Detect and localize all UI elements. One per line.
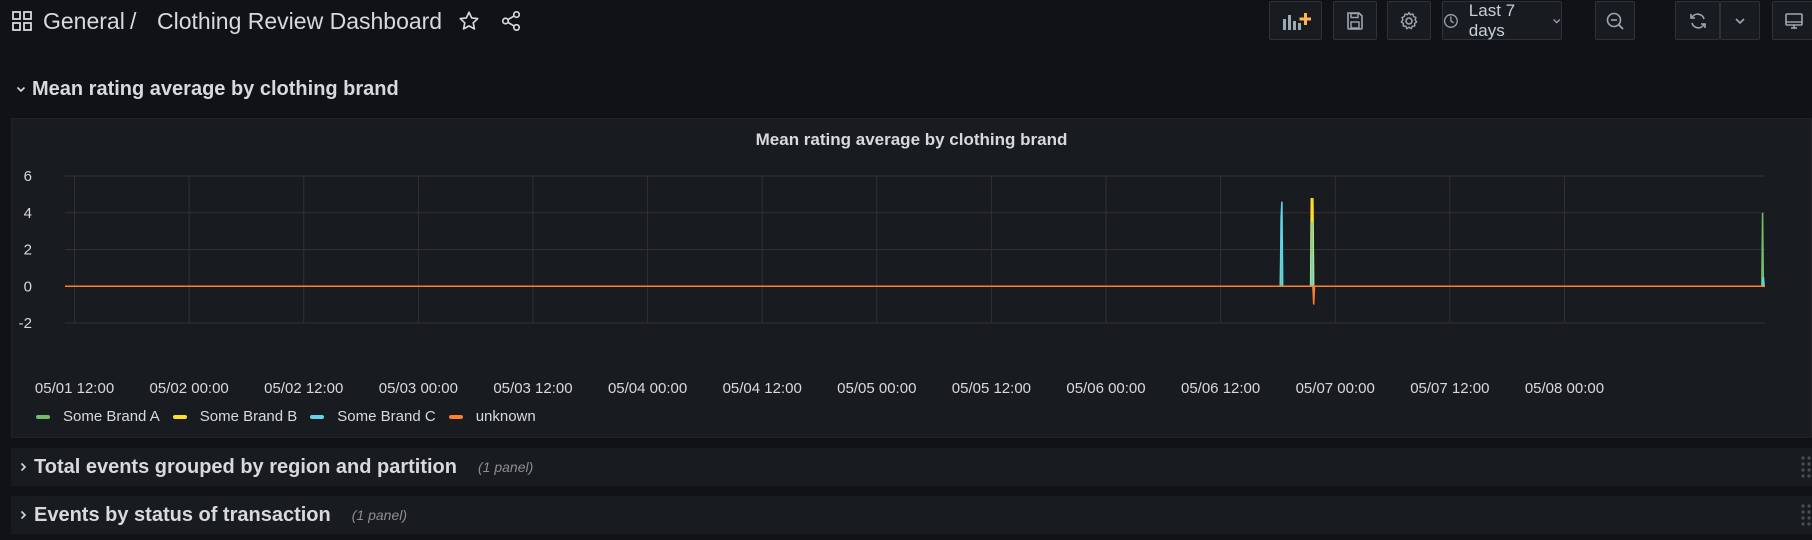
x-tick-label: 05/03 00:00 bbox=[379, 380, 458, 397]
graph-panel: Mean rating average by clothing brand -2… bbox=[11, 118, 1812, 438]
x-tick-label: 05/03 12:00 bbox=[493, 380, 572, 397]
monitor-icon bbox=[1785, 12, 1803, 29]
row-panel-count: (1 panel) bbox=[478, 459, 534, 475]
share-icon[interactable] bbox=[500, 10, 522, 32]
legend-item[interactable]: Some Brand C bbox=[310, 408, 436, 425]
top-navbar: General / Clothing Review Dashboard Last… bbox=[0, 0, 1812, 42]
legend-item[interactable]: Some Brand A bbox=[36, 408, 160, 425]
zoom-out-icon bbox=[1606, 12, 1624, 30]
row-title: Events by status of transaction bbox=[34, 503, 331, 526]
y-tick-label: -2 bbox=[19, 315, 32, 332]
series-line-unknown bbox=[64, 285, 1766, 305]
row-header-events-by-status[interactable]: Events by status of transaction (1 panel… bbox=[11, 496, 1812, 534]
time-range-label: Last 7 days bbox=[1468, 0, 1516, 40]
row-header-total-events[interactable]: Total events grouped by region and parti… bbox=[11, 448, 1812, 486]
y-tick-label: 0 bbox=[24, 278, 32, 295]
x-tick-label: 05/07 00:00 bbox=[1296, 380, 1375, 397]
y-tick-label: 2 bbox=[24, 242, 32, 259]
time-range-picker[interactable]: Last 7 days bbox=[1442, 1, 1562, 40]
legend-color-swatch bbox=[172, 414, 187, 419]
legend-color-swatch bbox=[36, 414, 50, 419]
breadcrumb-separator: / bbox=[130, 8, 137, 34]
y-tick-label: 4 bbox=[24, 205, 32, 222]
view-mode-button[interactable] bbox=[1772, 1, 1812, 40]
clock-icon bbox=[1443, 13, 1458, 28]
legend-color-swatch bbox=[448, 414, 463, 419]
legend-label: Some Brand B bbox=[199, 408, 298, 425]
legend-label: unknown bbox=[475, 408, 536, 425]
save-icon bbox=[1347, 11, 1363, 30]
add-panel-button[interactable] bbox=[1269, 1, 1322, 40]
chevron-right-icon bbox=[20, 510, 27, 520]
chevron-down-icon bbox=[1735, 17, 1745, 24]
drag-handle-icon[interactable] bbox=[1800, 455, 1812, 479]
series-line-some-brand-b bbox=[64, 197, 1766, 288]
dashboard-title[interactable]: Clothing Review Dashboard bbox=[157, 8, 442, 35]
row-header-mean-rating[interactable]: Mean rating average by clothing brand bbox=[0, 72, 1812, 106]
gear-icon bbox=[1400, 11, 1418, 29]
refresh-icon bbox=[1689, 12, 1706, 29]
dashboard-settings-button[interactable] bbox=[1387, 1, 1431, 40]
x-tick-label: 05/07 12:00 bbox=[1410, 380, 1489, 397]
chart-legend: Some Brand A Some Brand B Some Brand C unkn… bbox=[36, 408, 549, 425]
refresh-button[interactable] bbox=[1675, 1, 1720, 40]
series-line-some-brand-c bbox=[64, 201, 1766, 288]
refresh-interval-dropdown[interactable] bbox=[1720, 1, 1760, 40]
breadcrumb-folder-link[interactable]: General bbox=[43, 8, 125, 35]
x-tick-label: 05/01 12:00 bbox=[35, 380, 114, 397]
x-tick-label: 05/02 12:00 bbox=[264, 380, 343, 397]
row-panel-count: (1 panel) bbox=[351, 507, 408, 523]
series-area-some-brand-b bbox=[65, 198, 1765, 287]
legend-label: Some Brand A bbox=[63, 408, 160, 425]
x-tick-label: 05/04 00:00 bbox=[608, 380, 687, 397]
y-tick-label: 6 bbox=[24, 168, 32, 185]
row-title: Mean rating average by clothing brand bbox=[32, 77, 399, 100]
series-area-unknown bbox=[65, 286, 1765, 305]
chart-plot-area[interactable]: -2 0 2 4 6 05/01 12:00 05/02 00:00 05/02 12:00 0… bbox=[12, 119, 1811, 401]
x-tick-label: 05/05 00:00 bbox=[837, 380, 916, 397]
x-tick-label: 05/04 12:00 bbox=[723, 380, 802, 397]
row-title: Total events grouped by region and parti… bbox=[34, 455, 457, 478]
apps-grid-icon[interactable] bbox=[12, 11, 32, 31]
chevron-down-icon bbox=[16, 86, 26, 93]
legend-item[interactable]: Some Brand B bbox=[172, 408, 298, 425]
legend-item[interactable]: unknown bbox=[448, 408, 536, 425]
star-icon[interactable] bbox=[458, 10, 480, 32]
x-tick-label: 05/06 12:00 bbox=[1181, 380, 1260, 397]
x-tick-label: 05/05 12:00 bbox=[952, 380, 1031, 397]
zoom-out-button[interactable] bbox=[1595, 1, 1635, 40]
save-dashboard-button[interactable] bbox=[1333, 1, 1377, 40]
x-tick-label: 05/08 00:00 bbox=[1525, 380, 1604, 397]
series-area-some-brand-c bbox=[65, 201, 1765, 287]
legend-label: Some Brand C bbox=[337, 408, 436, 425]
x-tick-label: 05/02 00:00 bbox=[150, 380, 229, 397]
chevron-right-icon bbox=[20, 462, 27, 472]
x-tick-label: 05/06 00:00 bbox=[1066, 380, 1145, 397]
chevron-down-icon bbox=[1552, 18, 1560, 23]
legend-color-swatch bbox=[310, 414, 325, 419]
drag-handle-icon[interactable] bbox=[1800, 503, 1812, 527]
add-panel-icon bbox=[1282, 12, 1311, 30]
